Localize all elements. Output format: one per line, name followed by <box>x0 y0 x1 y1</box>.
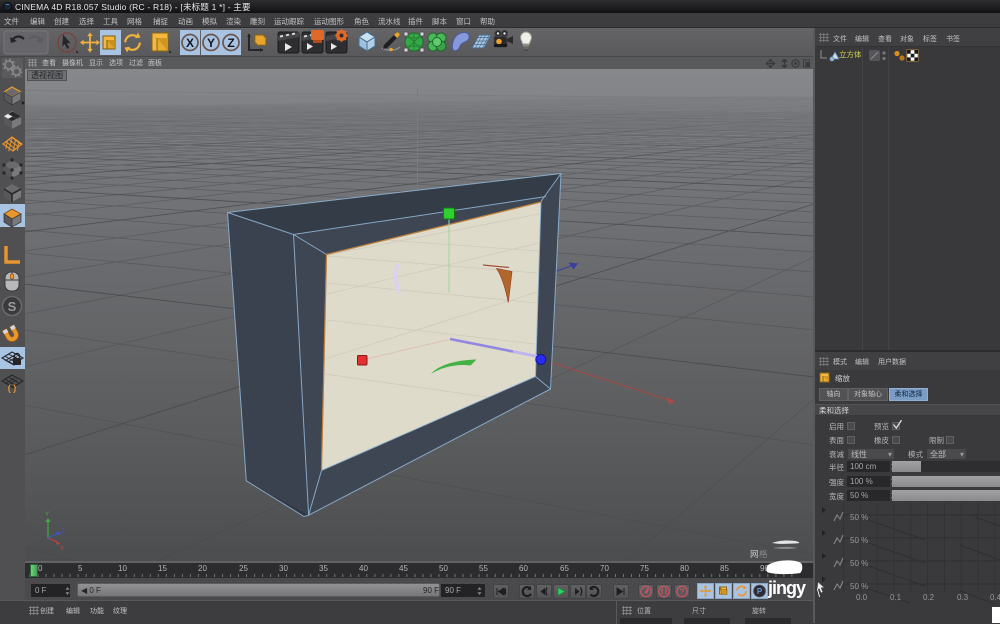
svg-text:X: X <box>60 546 64 552</box>
svg-text:S: S <box>8 299 17 314</box>
svg-text:( ): ( ) <box>8 383 17 393</box>
svg-text:X: X <box>186 36 194 50</box>
svg-text:Z: Z <box>227 36 234 50</box>
svg-text:P: P <box>757 587 763 596</box>
svg-text:Y: Y <box>207 36 215 50</box>
svg-text:?: ? <box>680 588 685 597</box>
svg-text:Z: Z <box>61 529 65 535</box>
svg-text:Y: Y <box>45 512 49 518</box>
